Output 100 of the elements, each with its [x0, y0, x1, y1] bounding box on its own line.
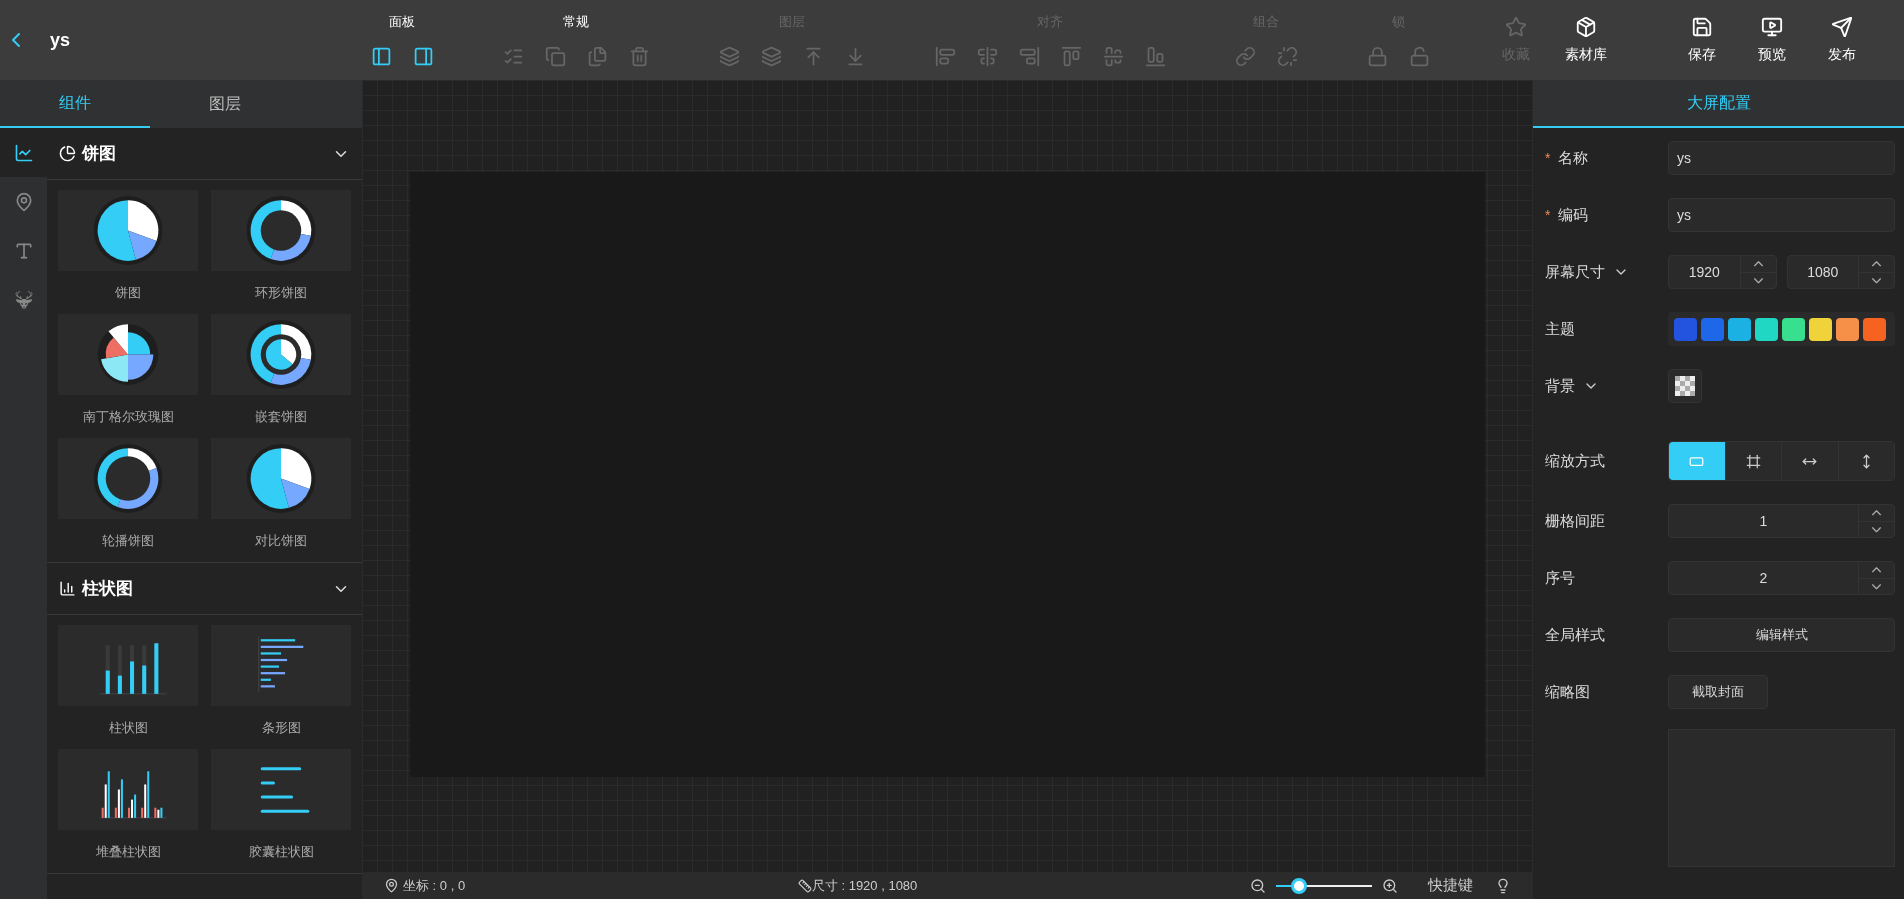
action-button[interactable]: 素材库 — [1551, 0, 1621, 80]
theme-swatch[interactable] — [1674, 317, 1697, 341]
scale-mode-button[interactable] — [1724, 442, 1781, 480]
panel-right-icon — [412, 46, 434, 67]
section-title: 柱状图 — [82, 577, 133, 600]
component-card[interactable] — [58, 190, 198, 271]
package-icon — [1575, 15, 1597, 38]
zoom-out-icon[interactable] — [1250, 877, 1266, 894]
save-icon — [1691, 15, 1713, 38]
edit-style-button[interactable]: 编辑样式 — [1668, 618, 1895, 652]
section-title: 饼图 — [82, 142, 116, 165]
component-card[interactable] — [58, 749, 198, 830]
text-field[interactable]: ys — [1668, 141, 1895, 175]
zoom-slider-thumb[interactable] — [1291, 877, 1308, 894]
required-mark: * — [1545, 149, 1551, 168]
panel-tab[interactable]: 图层 — [150, 80, 300, 128]
component-label: 南丁格尔玫瑰图 — [82, 407, 174, 426]
zoom-in-icon[interactable] — [1382, 877, 1398, 894]
coordinates-text: 坐标 : 0 , 0 — [403, 876, 466, 895]
field-label: 主题 — [1545, 318, 1575, 339]
category-tab[interactable] — [0, 128, 47, 177]
shortcuts-link[interactable]: 快捷键 — [1428, 874, 1473, 897]
component-label: 饼图 — [115, 283, 141, 302]
component-card[interactable] — [211, 438, 351, 519]
field-label: 编码 — [1558, 204, 1589, 225]
component-card[interactable] — [58, 625, 198, 706]
line-chart-icon — [13, 142, 34, 163]
theme-swatch[interactable] — [1755, 317, 1778, 341]
unlink-icon — [1276, 46, 1298, 67]
width-field[interactable]: 1920 — [1668, 255, 1777, 289]
transparent-swatch-icon — [1675, 376, 1695, 396]
send-icon — [1831, 15, 1853, 38]
component-label: 堆叠柱状图 — [95, 842, 161, 861]
scale-mode-toggle[interactable] — [1668, 441, 1895, 481]
copy-icon — [544, 46, 566, 67]
number-field[interactable]: 1 — [1668, 504, 1895, 538]
theme-swatch[interactable] — [1809, 317, 1832, 341]
theme-swatch[interactable] — [1863, 317, 1886, 341]
component-label: 条形图 — [261, 718, 301, 737]
component-card[interactable] — [211, 314, 351, 395]
capture-cover-button[interactable]: 截取封面 — [1668, 675, 1768, 709]
theme-palette[interactable] — [1668, 312, 1895, 346]
theme-swatch[interactable] — [1701, 317, 1724, 341]
unlock-icon — [1408, 46, 1430, 67]
field-label: 缩略图 — [1545, 681, 1590, 702]
toolbar-group-label: 常规 — [563, 13, 589, 31]
number-field[interactable]: 2 — [1668, 561, 1895, 595]
field-label: 屏幕尺寸 — [1545, 261, 1605, 282]
star-icon — [1505, 15, 1527, 38]
action-button[interactable]: 预览 — [1737, 0, 1807, 80]
component-label: 胶囊柱状图 — [248, 842, 314, 861]
field-label: 全局样式 — [1545, 624, 1605, 645]
layers-icon — [718, 46, 740, 67]
size-text: 尺寸 : 1920 , 1080 — [811, 876, 918, 895]
ruler-icon — [797, 878, 812, 893]
lock-icon — [1366, 46, 1388, 67]
required-mark: * — [1545, 206, 1551, 225]
align-bottom-icon — [1144, 46, 1166, 67]
background-picker[interactable] — [1668, 369, 1702, 403]
field-label: 名称 — [1558, 147, 1589, 168]
action-button[interactable]: 保存 — [1667, 0, 1737, 80]
component-label: 柱状图 — [108, 718, 148, 737]
field-label: 序号 — [1545, 567, 1575, 588]
config-tab[interactable]: 大屏配置 — [1533, 80, 1904, 128]
component-card[interactable] — [58, 314, 198, 395]
duplicate-icon — [586, 46, 608, 67]
component-label: 环形饼图 — [255, 283, 307, 302]
component-card[interactable] — [211, 625, 351, 706]
monitor-icon — [1761, 15, 1783, 38]
component-label: 轮播饼图 — [102, 531, 154, 550]
layers-icon — [760, 46, 782, 67]
align-top-icon — [1060, 46, 1082, 67]
align-left-icon — [934, 46, 956, 67]
theme-swatch[interactable] — [1728, 317, 1751, 341]
pie-chart-icon — [59, 145, 76, 162]
theme-swatch[interactable] — [1836, 317, 1859, 341]
theme-swatch[interactable] — [1782, 317, 1805, 341]
align-middle-icon — [1102, 46, 1124, 67]
lightbulb-icon[interactable] — [1495, 877, 1511, 894]
project-title: ys — [50, 28, 71, 52]
align-center-icon — [976, 46, 998, 67]
component-card[interactable] — [211, 190, 351, 271]
toolbar-group-label: 面板 — [389, 13, 415, 31]
link-icon — [1234, 46, 1256, 67]
component-card[interactable] — [211, 749, 351, 830]
frame-icon — [1745, 453, 1761, 469]
bar-chart-icon — [59, 580, 76, 597]
text-field[interactable]: ys — [1668, 198, 1895, 232]
component-label: 嵌套饼图 — [255, 407, 307, 426]
component-label: 对比饼图 — [255, 531, 307, 550]
action-button[interactable]: 发布 — [1807, 0, 1877, 80]
field-label: 栅格间距 — [1545, 510, 1605, 531]
field-label: 缩放方式 — [1545, 450, 1605, 471]
map-pin-icon — [384, 878, 399, 893]
field-label: 背景 — [1545, 375, 1575, 396]
panel-left-icon — [370, 46, 392, 67]
height-field[interactable]: 1080 — [1786, 255, 1895, 289]
align-right-icon — [1018, 46, 1040, 67]
deer-icon — [13, 289, 34, 310]
component-card[interactable] — [58, 438, 198, 519]
